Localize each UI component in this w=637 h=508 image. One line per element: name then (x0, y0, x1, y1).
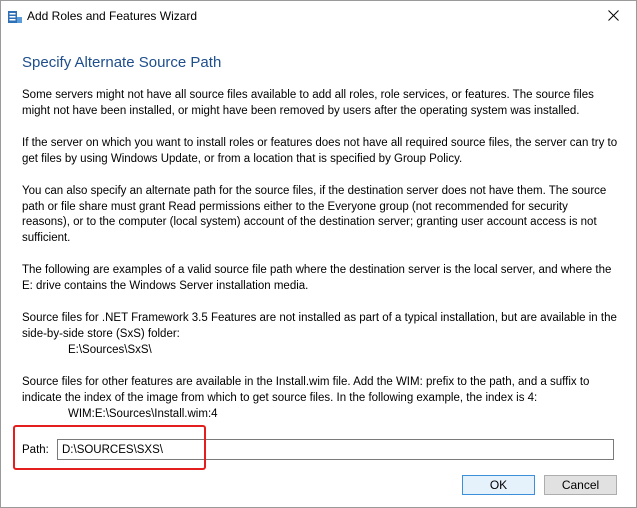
page-heading: Specify Alternate Source Path (22, 54, 222, 71)
group-policy-paragraph: If the server on which you want to insta… (22, 137, 618, 165)
netfx-paragraph: Source files for .NET Framework 3.5 Feat… (22, 312, 617, 340)
ok-button[interactable]: OK (462, 475, 535, 495)
wizard-window: Add Roles and Features Wizard Specify Al… (0, 0, 637, 508)
highlight-box (13, 425, 206, 470)
wim-example-path: WIM:E:\Sources\Install.wim:4 (68, 408, 218, 420)
window-title: Add Roles and Features Wizard (27, 9, 198, 23)
title-bar: Add Roles and Features Wizard (1, 1, 636, 33)
server-manager-icon (7, 9, 23, 25)
close-button[interactable] (590, 1, 636, 33)
examples-paragraph: The following are examples of a valid so… (22, 264, 612, 292)
intro-paragraph: Some servers might not have all source f… (22, 89, 594, 117)
alternate-path-paragraph: You can also specify an alternate path f… (22, 185, 607, 244)
wim-paragraph: Source files for other features are avai… (22, 376, 590, 404)
cancel-button[interactable]: Cancel (544, 475, 617, 495)
sxs-example-path: E:\Sources\SxS\ (68, 344, 152, 356)
close-icon (607, 8, 619, 26)
